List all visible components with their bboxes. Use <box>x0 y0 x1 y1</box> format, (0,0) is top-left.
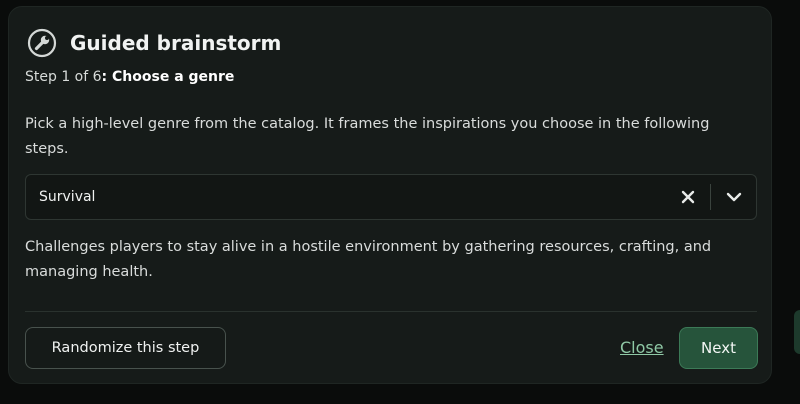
dialog-header: Guided brainstorm <box>26 27 281 59</box>
genre-select[interactable]: Survival <box>25 174 757 220</box>
wrench-icon <box>26 27 58 59</box>
close-link[interactable]: Close <box>620 338 664 357</box>
step-indicator: Step 1 of 6: Choose a genre <box>25 69 234 85</box>
chevron-down-icon[interactable] <box>711 174 756 220</box>
genre-select-value[interactable]: Survival <box>26 189 666 205</box>
randomize-step-button[interactable]: Randomize this step <box>25 327 226 369</box>
step-counter: Step 1 of 6 <box>25 69 102 85</box>
dialog-title: Guided brainstorm <box>70 31 282 55</box>
background-panel-edge <box>794 310 800 354</box>
step-separator: : <box>101 69 113 85</box>
footer-divider <box>25 311 757 312</box>
next-button[interactable]: Next <box>679 327 758 369</box>
genre-description: Challenges players to stay alive in a ho… <box>25 239 712 280</box>
close-icon[interactable] <box>666 174 710 220</box>
step-description: Pick a high-level genre from the catalog… <box>25 116 710 157</box>
guided-brainstorm-dialog: Guided brainstorm Step 1 of 6: Choose a … <box>8 6 772 384</box>
step-name: Choose a genre <box>112 69 235 85</box>
